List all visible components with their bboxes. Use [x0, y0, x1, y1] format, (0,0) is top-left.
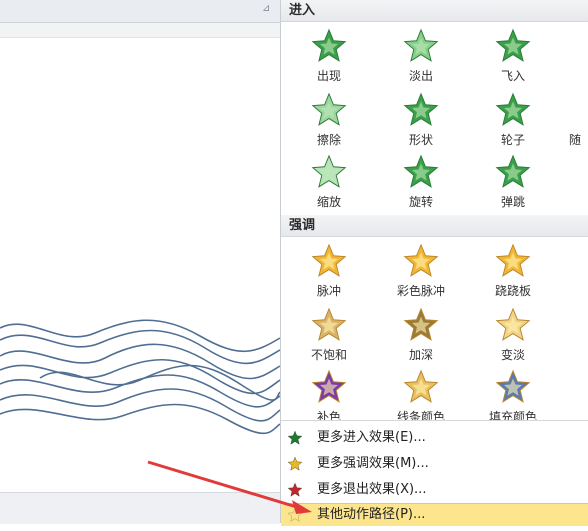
slide-canvas[interactable]: ⊿	[0, 0, 280, 524]
effect-label: 不饱和	[310, 348, 347, 362]
effect-label: 擦除	[316, 133, 341, 147]
effect-shape[interactable]: 形状	[381, 89, 461, 149]
effect-appear[interactable]: 出现	[289, 25, 369, 85]
effect-complementary-color[interactable]: 补色	[289, 366, 369, 426]
bounce-star-icon	[495, 154, 531, 188]
fly-in-star-icon	[495, 28, 531, 62]
resize-corner-icon[interactable]: ⊿	[262, 4, 272, 14]
effect-fly-in[interactable]: 飞入	[473, 25, 553, 85]
menu-item-entrance-effect[interactable]: 更多进入效果(E)...	[281, 427, 588, 449]
desaturate-star-icon	[311, 307, 347, 341]
wave-line	[0, 319, 280, 353]
effect-desaturate[interactable]: 不饱和	[289, 304, 369, 364]
effect-wipe[interactable]: 擦除	[289, 89, 369, 149]
effect-fill-color[interactable]: 填充颜色	[473, 366, 553, 426]
effect-label: 淡出	[408, 69, 433, 83]
line-color-star-icon	[403, 369, 439, 403]
menu-item-label: 更多进入效果(E)...	[317, 430, 426, 445]
effect-teeter[interactable]: 跷跷板	[473, 240, 553, 300]
wave-line	[0, 403, 280, 435]
appear-star-icon	[311, 28, 347, 62]
effect-color-pulse[interactable]: 彩色脉冲	[381, 240, 461, 300]
emphasis-effect-star-icon	[287, 456, 303, 472]
effect-label: 缩放	[316, 195, 341, 209]
spin-star-icon	[403, 154, 439, 188]
zoom-star-icon	[311, 154, 347, 188]
lighten-star-icon	[495, 307, 531, 341]
effect-fade[interactable]: 淡出	[381, 25, 461, 85]
effect-label: 加深	[408, 348, 433, 362]
color-pulse-star-icon	[403, 243, 439, 277]
effect-wheel[interactable]: 轮子	[473, 89, 553, 149]
effect-label: 出现	[316, 69, 341, 83]
slide-bottom-bar	[0, 492, 280, 524]
effect-pulse[interactable]: 脉冲	[289, 240, 369, 300]
slide-top-bar: ⊿	[0, 0, 280, 23]
effect-random-bars-partial[interactable]: 随	[569, 89, 588, 149]
effect-label: 旋转	[408, 195, 433, 209]
wave-line	[0, 329, 280, 365]
wave-line	[39, 364, 280, 401]
effect-label: 变淡	[500, 348, 525, 362]
entrance-section-header: 进入	[281, 0, 588, 22]
effect-label: 形状	[408, 133, 433, 147]
entrance-effect-star-icon	[287, 430, 303, 446]
wheel-star-icon	[495, 92, 531, 126]
darken-star-icon	[403, 307, 439, 341]
menu-item-exit-effect[interactable]: 更多退出效果(X)...	[281, 479, 588, 501]
menu-item-emphasis-effect[interactable]: 更多强调效果(M)...	[281, 453, 588, 475]
complementary-color-star-icon	[311, 369, 347, 403]
emphasis-effects-grid: 脉冲 彩色脉冲 跷跷板不饱和 加深 变淡补色 线条颜色 填充颜色	[281, 238, 588, 424]
slide-ruler-band	[0, 23, 280, 38]
fade-star-icon	[403, 28, 439, 62]
effect-label: 弹跳	[500, 195, 525, 209]
menu-item-label: 更多退出效果(X)...	[317, 482, 427, 497]
effect-zoom[interactable]: 缩放	[289, 151, 369, 211]
fill-color-star-icon	[495, 369, 531, 403]
pulse-star-icon	[311, 243, 347, 277]
effect-label: 随	[569, 133, 582, 147]
effect-darken[interactable]: 加深	[381, 304, 461, 364]
menu-item-label: 更多强调效果(M)...	[317, 456, 429, 471]
animation-gallery-panel: 进入 出现 淡出 飞入擦除 形状 轮子缩放 旋转 弹跳 随 强调 脉冲 彩色脉冲 跷跷板不饱和 加深…	[280, 0, 588, 526]
motion-path-star-icon	[287, 507, 303, 523]
effect-bounce[interactable]: 弹跳	[473, 151, 553, 211]
effect-label: 彩色脉冲	[396, 284, 445, 298]
effect-label: 脉冲	[316, 284, 341, 298]
wave-line	[0, 343, 280, 380]
exit-effect-star-icon	[287, 482, 303, 498]
effect-line-color[interactable]: 线条颜色	[381, 366, 461, 426]
effect-spin[interactable]: 旋转	[381, 151, 461, 211]
effect-label: 跷跷板	[494, 284, 531, 298]
entrance-effects-grid: 出现 淡出 飞入擦除 形状 轮子缩放 旋转 弹跳 随	[281, 23, 588, 213]
teeter-star-icon	[495, 243, 531, 277]
shape-star-icon	[403, 92, 439, 126]
more-effects-menu: 更多进入效果(E)... 更多强调效果(M)... 更多退出效果(X)... 其他动作…	[281, 420, 588, 526]
emphasis-section-header: 强调	[281, 215, 588, 237]
wipe-star-icon	[311, 92, 347, 126]
wave-line	[0, 388, 280, 422]
effect-lighten[interactable]: 变淡	[473, 304, 553, 364]
wave-lines-shape[interactable]	[0, 318, 280, 438]
effect-label: 轮子	[500, 133, 525, 147]
effect-label: 飞入	[500, 69, 525, 83]
